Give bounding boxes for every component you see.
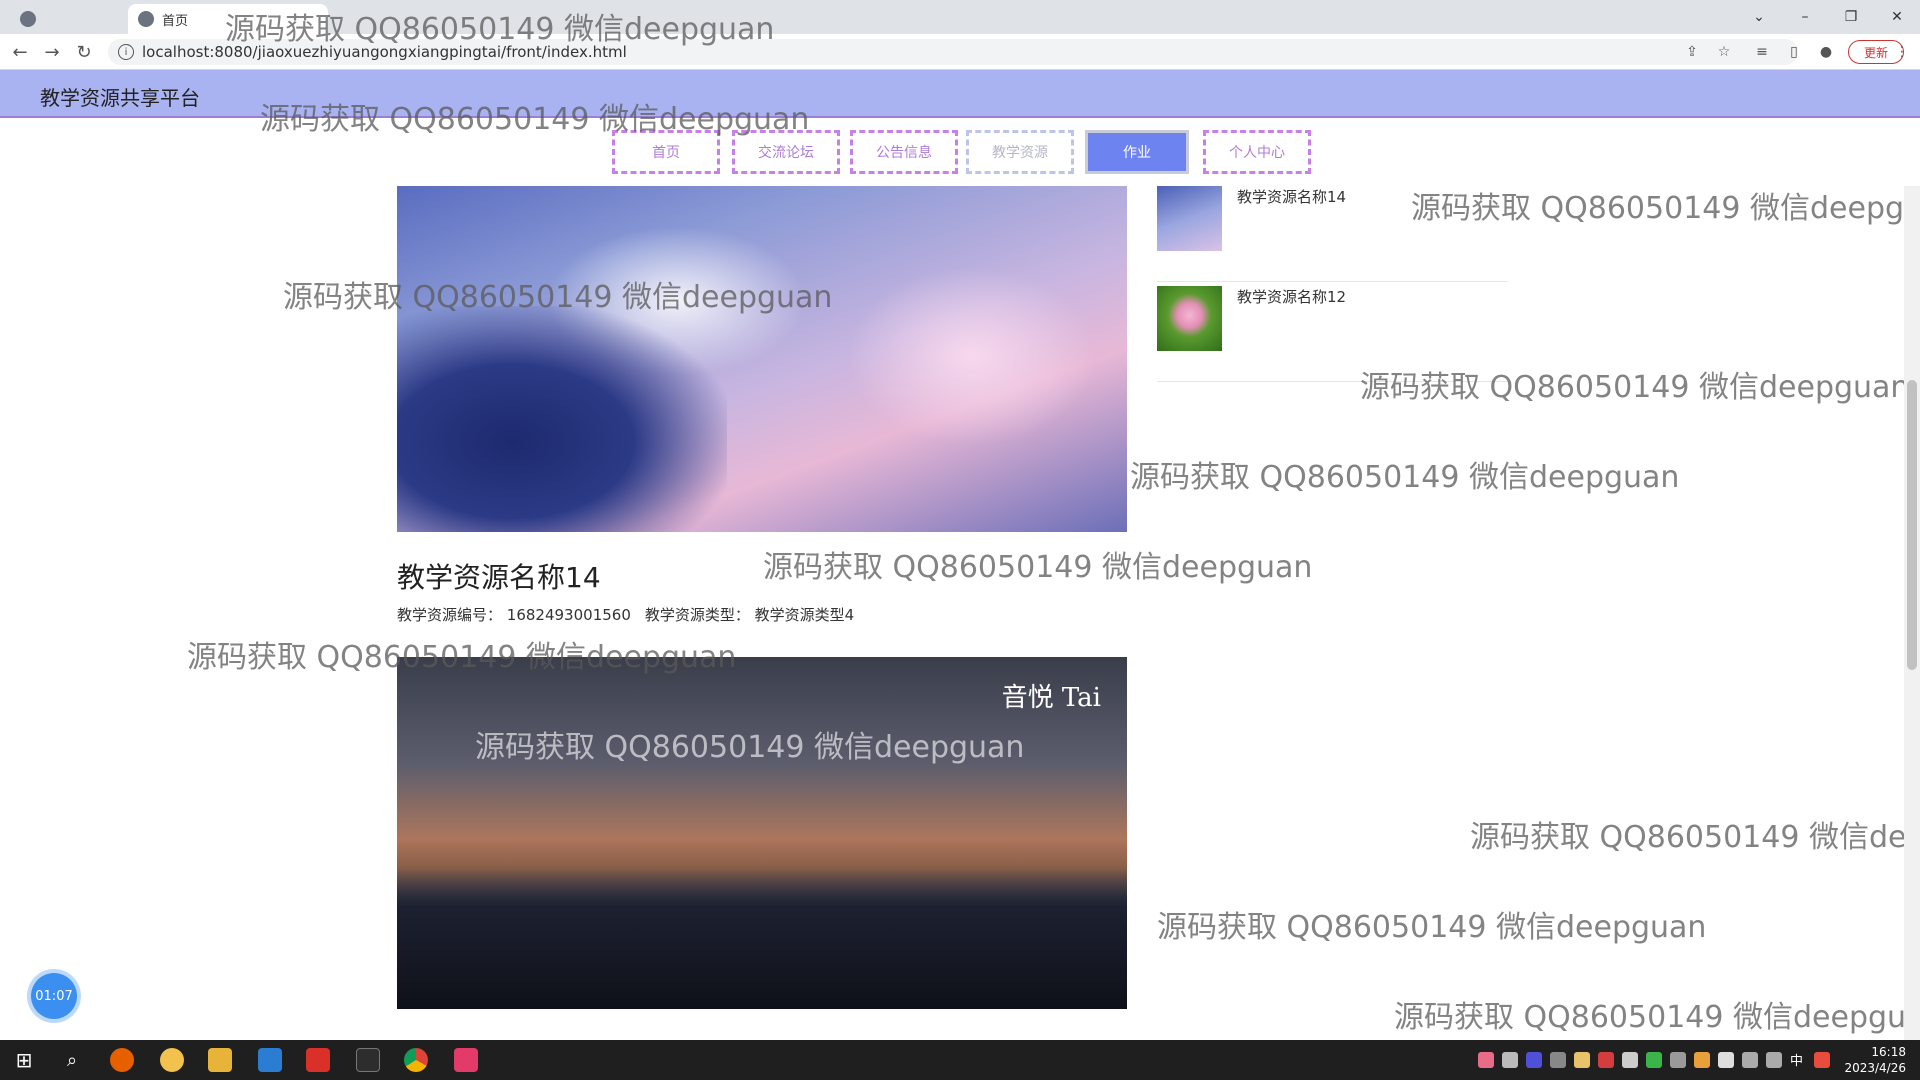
wechat-icon[interactable] bbox=[1646, 1052, 1662, 1068]
resource-cover-image bbox=[397, 186, 1127, 532]
sidebar-item-label: 教学资源名称14 bbox=[1237, 188, 1347, 206]
tray-icon[interactable] bbox=[1814, 1052, 1830, 1068]
sidebar-thumbnail bbox=[1157, 286, 1222, 351]
update-label: 更新 bbox=[1863, 45, 1888, 60]
share-icon[interactable]: ⇪ bbox=[1682, 42, 1702, 62]
tray-icon[interactable] bbox=[1550, 1052, 1566, 1068]
star-icon[interactable]: ☆ bbox=[1714, 42, 1734, 62]
profile-icon[interactable]: ● bbox=[1816, 42, 1836, 62]
tray-icon[interactable] bbox=[1526, 1052, 1542, 1068]
recording-timer: 01:07 bbox=[31, 973, 77, 1019]
address-bar: ← → ↻ i localhost:8080/jiaoxuezhiyuangon… bbox=[0, 34, 1920, 70]
nav-resources[interactable]: 教学资源 bbox=[966, 130, 1074, 174]
tray-icon[interactable] bbox=[1694, 1052, 1710, 1068]
network-icon[interactable] bbox=[1742, 1052, 1758, 1068]
menu-icon[interactable]: ⋮ bbox=[1892, 42, 1912, 62]
tray-icon[interactable] bbox=[1502, 1052, 1518, 1068]
resource-type-value: 教学资源类型4 bbox=[754, 606, 855, 624]
main-nav: 首页 交流论坛 公告信息 教学资源 作业 个人中心 bbox=[0, 118, 1920, 186]
sidebar-item[interactable]: 教学资源名称14 bbox=[1157, 186, 1507, 282]
url-field[interactable]: i localhost:8080/jiaoxuezhiyuangongxiang… bbox=[108, 39, 1798, 65]
watermark: 源码获取 QQ86050149 微信deepguan bbox=[1157, 910, 1707, 945]
site-header: 教学资源共享平台 bbox=[0, 70, 1920, 118]
watermark: 源码获取 QQ86050149 微信deepguan bbox=[763, 550, 1313, 585]
minimize-button[interactable]: – bbox=[1782, 0, 1828, 34]
resource-meta: 教学资源编号： 1682493001560 教学资源类型： 教学资源类型4 bbox=[397, 604, 854, 625]
tray-icon[interactable] bbox=[1670, 1052, 1686, 1068]
media-icon[interactable]: ≡ bbox=[1752, 42, 1772, 62]
volume-icon[interactable] bbox=[1766, 1052, 1782, 1068]
tab-home[interactable]: 首页 bbox=[128, 4, 328, 34]
clock-time: 16:18 bbox=[1871, 1045, 1906, 1059]
video-caption: 音悦 Tai bbox=[1001, 683, 1101, 713]
tray-icon[interactable] bbox=[1478, 1052, 1494, 1068]
tab-label: 首页 bbox=[162, 13, 189, 29]
tray-icon[interactable] bbox=[1598, 1052, 1614, 1068]
intellij-icon[interactable] bbox=[454, 1048, 478, 1072]
tray-icon[interactable] bbox=[1718, 1052, 1734, 1068]
ime-indicator[interactable]: 中 bbox=[1790, 1050, 1803, 1069]
vscode-icon[interactable] bbox=[258, 1048, 282, 1072]
url-text: localhost:8080/jiaoxuezhiyuangongxiangpi… bbox=[142, 43, 627, 61]
back-icon[interactable]: ← bbox=[8, 40, 32, 64]
content-area: 教学资源名称14 教学资源编号： 1682493001560 教学资源类型： 教… bbox=[0, 186, 1920, 1040]
resource-title: 教学资源名称14 bbox=[397, 561, 601, 594]
nav-home[interactable]: 首页 bbox=[612, 130, 720, 174]
page-scrollbar[interactable] bbox=[1904, 186, 1920, 1040]
tab-back-icon[interactable] bbox=[10, 4, 46, 34]
sidebar-thumbnail bbox=[1157, 186, 1222, 251]
windows-start-icon[interactable]: ⊞ bbox=[12, 1048, 36, 1072]
resource-video[interactable]: 音悦 Tai bbox=[397, 657, 1127, 1009]
search-icon[interactable]: ⌕ bbox=[60, 1048, 84, 1072]
system-clock[interactable]: 16:18 2023/4/26 bbox=[1844, 1044, 1906, 1076]
sidebar-item-label: 教学资源名称12 bbox=[1237, 288, 1347, 306]
maximize-button[interactable]: ❐ bbox=[1828, 0, 1874, 34]
tab-search-icon[interactable]: ⌄ bbox=[1736, 0, 1782, 34]
tray-icon[interactable] bbox=[1574, 1052, 1590, 1068]
clock-date: 2023/4/26 bbox=[1844, 1061, 1906, 1075]
tray-icon[interactable] bbox=[1622, 1052, 1638, 1068]
globe-icon bbox=[138, 11, 154, 27]
nav-homework[interactable]: 作业 bbox=[1085, 130, 1189, 174]
watermark: 源码获取 QQ86050149 微信deepguan bbox=[1130, 460, 1680, 495]
sidebar-item[interactable]: 教学资源名称12 bbox=[1157, 286, 1507, 382]
chrome-icon[interactable] bbox=[404, 1048, 428, 1072]
sidepanel-icon[interactable]: ▯ bbox=[1784, 42, 1804, 62]
nav-personal-center[interactable]: 个人中心 bbox=[1203, 130, 1311, 174]
forward-icon[interactable]: → bbox=[40, 40, 64, 64]
close-button[interactable]: ✕ bbox=[1874, 0, 1920, 34]
nav-forum[interactable]: 交流论坛 bbox=[732, 130, 840, 174]
browser-tab-bar: 首页 ⌄ – ❐ ✕ bbox=[0, 0, 1920, 34]
app-icon[interactable] bbox=[160, 1048, 184, 1072]
resource-type-label: 教学资源类型： bbox=[644, 606, 750, 624]
reload-icon[interactable]: ↻ bbox=[72, 40, 96, 64]
file-explorer-icon[interactable] bbox=[208, 1048, 232, 1072]
firefox-icon[interactable] bbox=[110, 1048, 134, 1072]
site-title: 教学资源共享平台 bbox=[40, 86, 200, 110]
watermark: 源码获取 QQ86050149 微信deepguan bbox=[1470, 820, 1920, 855]
taskbar: ⊞ ⌕ 中 16:18 2023/4/26 bbox=[0, 1040, 1920, 1080]
watermark: 源码获取 QQ86050149 微信deepguan bbox=[1394, 1000, 1920, 1035]
scrollbar-thumb[interactable] bbox=[1907, 380, 1917, 670]
terminal-icon[interactable] bbox=[356, 1048, 380, 1072]
wps-icon[interactable] bbox=[306, 1048, 330, 1072]
resource-code-label: 教学资源编号： bbox=[397, 606, 503, 624]
page-icon bbox=[20, 11, 36, 27]
nav-announcements[interactable]: 公告信息 bbox=[850, 130, 958, 174]
resource-code-value: 1682493001560 bbox=[506, 606, 631, 624]
info-icon: i bbox=[118, 44, 134, 60]
